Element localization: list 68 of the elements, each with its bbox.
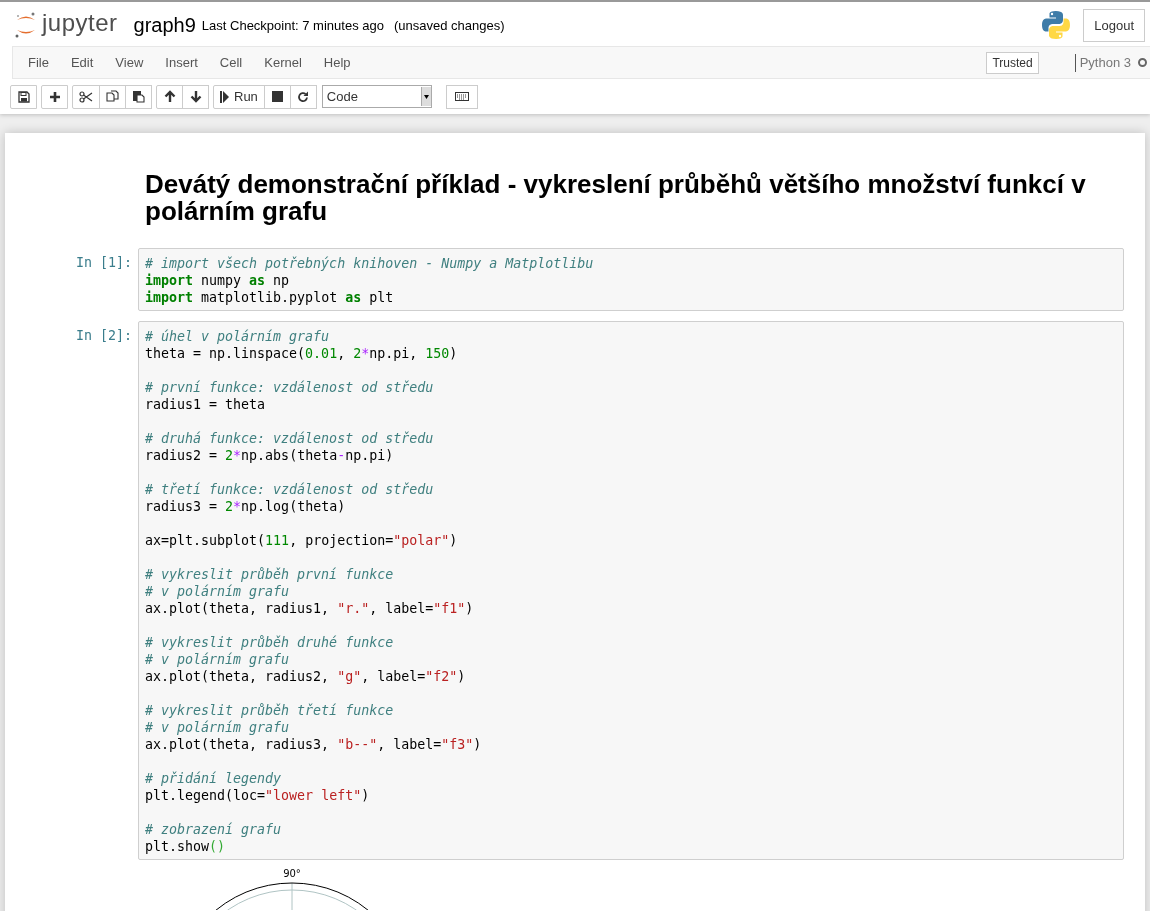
arrow-down-icon bbox=[189, 90, 202, 103]
menu-item[interactable]: File bbox=[17, 55, 60, 70]
save-button[interactable] bbox=[10, 84, 37, 109]
code-line: # vykreslit průběh třetí funkce bbox=[145, 702, 395, 719]
notebook-name[interactable]: graph9 bbox=[133, 13, 196, 37]
scissors-icon bbox=[79, 90, 93, 103]
code-line: import matplotlib.pyplot as plt bbox=[145, 289, 395, 306]
keyboard-button[interactable] bbox=[445, 84, 478, 109]
menu-item[interactable]: Edit bbox=[59, 55, 105, 70]
code-line: import numpy as np bbox=[145, 272, 291, 289]
code-line: # druhá funkce: vzdálenost od středu bbox=[145, 430, 435, 447]
code-line: radius1 = theta bbox=[145, 396, 267, 413]
menu-item[interactable]: View bbox=[104, 55, 155, 70]
restart-icon bbox=[297, 90, 310, 103]
code-line: # první funkce: vzdálenost od středu bbox=[145, 379, 435, 396]
code-line: # v polárním grafu bbox=[145, 583, 291, 600]
cut-button[interactable] bbox=[72, 84, 100, 109]
cell-prompt: In [2]: bbox=[74, 327, 133, 345]
menu-item[interactable]: Insert bbox=[154, 55, 209, 70]
code-line: # třetí funkce: vzdálenost od středu bbox=[145, 481, 435, 498]
save-icon bbox=[17, 90, 30, 103]
checkpoint-status: Last Checkpoint: 7 minutes ago bbox=[201, 17, 384, 33]
menu-item[interactable]: Cell bbox=[208, 55, 254, 70]
code-line: # v polárním grafu bbox=[145, 651, 291, 668]
code-line: ax.plot(theta, radius2, "g", label="f2") bbox=[145, 668, 467, 685]
code-line: # import všech potřebných knihoven - Numpy a Matplotlibu bbox=[145, 255, 595, 272]
step-forward-icon bbox=[220, 90, 229, 103]
code-line: radius2 = 2*np.abs(theta-np.pi) bbox=[145, 447, 395, 464]
arrow-up-icon bbox=[163, 90, 176, 103]
code-line: plt.legend(loc="lower left") bbox=[145, 787, 371, 804]
logo-text[interactable]: jupyter bbox=[42, 9, 118, 37]
python-logo-icon bbox=[1041, 10, 1072, 40]
menu-item[interactable]: Kernel bbox=[253, 55, 313, 70]
cell-type-dropdown[interactable]: Code bbox=[321, 85, 432, 108]
kernel-name: Python 3 bbox=[1079, 55, 1131, 70]
code-line: theta = np.linspace(0.01, 2*np.pi, 150) bbox=[145, 345, 459, 362]
code-line: # vykreslit průběh druhé funkce bbox=[145, 634, 395, 651]
paste-button[interactable] bbox=[125, 84, 152, 109]
code-line: plt.show() bbox=[145, 838, 227, 855]
code-line: ax.plot(theta, radius3, "b--", label="f3") bbox=[145, 736, 483, 753]
menu-item[interactable]: Help bbox=[312, 55, 362, 70]
notebook-heading: Devátý demonstrační příklad - vykreslení průběhů většího množství funkcí v polárním grafu bbox=[145, 171, 1087, 225]
code-line: ax.plot(theta, radius1, "r.", label="f1") bbox=[145, 600, 475, 617]
move-down-button[interactable] bbox=[182, 84, 209, 109]
logout-button[interactable]: Logout bbox=[1083, 8, 1145, 42]
autosave-status: (unsaved changes) bbox=[393, 17, 505, 33]
code-line: radius3 = 2*np.log(theta) bbox=[145, 498, 347, 515]
plus-icon bbox=[48, 90, 61, 103]
code-line: # zobrazení grafu bbox=[145, 821, 283, 838]
code-cell[interactable]: # import všech potřebných knihoven - Numpy a Matplotlibu import numpy as np import matplotlib.pyplot as plt bbox=[138, 248, 1124, 311]
code-line: # v polárním grafu bbox=[145, 719, 291, 736]
cell-prompt: In [1]: bbox=[74, 254, 133, 272]
code-line: # úhel v polárním grafu bbox=[145, 328, 331, 345]
paste-icon bbox=[132, 90, 145, 103]
trusted-indicator[interactable]: Trusted bbox=[986, 51, 1039, 74]
copy-icon bbox=[106, 90, 119, 103]
stop-button[interactable] bbox=[263, 84, 291, 109]
stop-icon bbox=[271, 91, 283, 102]
code-line: # vykreslit průběh první funkce bbox=[145, 566, 395, 583]
code-cell[interactable] bbox=[138, 321, 1124, 860]
move-up-button[interactable] bbox=[156, 84, 183, 109]
keyboard-icon bbox=[454, 92, 469, 101]
add-cell-button[interactable] bbox=[41, 84, 68, 109]
code-line: # přidání legendy bbox=[145, 770, 283, 787]
run-button[interactable]: Run bbox=[213, 84, 265, 109]
code-line: ax=plt.subplot(111, projection="polar") bbox=[145, 532, 459, 549]
restart-button[interactable] bbox=[289, 84, 317, 109]
caret-icon bbox=[423, 94, 429, 99]
